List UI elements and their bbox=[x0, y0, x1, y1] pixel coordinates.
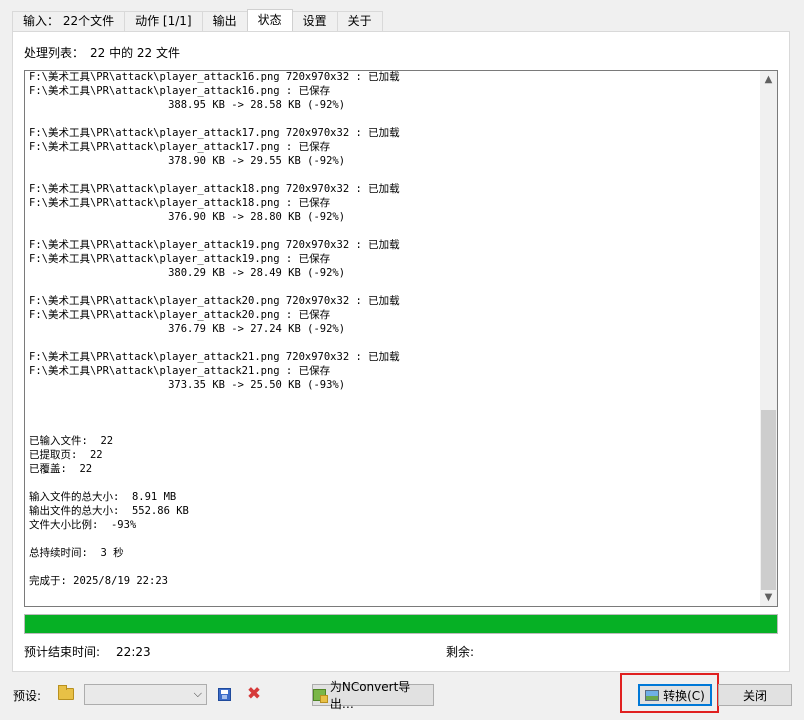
tab-bar: 输入： 22个文件 动作 [1/1] 输出 状态 设置 关于 bbox=[12, 9, 383, 31]
log-line: 总持续时间: 3 秒 bbox=[29, 547, 124, 559]
progress-fill bbox=[25, 615, 777, 633]
log-line: F:\美术工具\PR\attack\player_attack18.png : … bbox=[29, 197, 331, 209]
process-list-count: 22 中的 22 文件 bbox=[90, 46, 180, 60]
eta-label: 预计结束时间: bbox=[24, 645, 101, 659]
chevron-down-icon: ⌵ bbox=[193, 687, 202, 700]
tab-actions[interactable]: 动作 [1/1] bbox=[124, 11, 203, 31]
save-preset-button[interactable] bbox=[214, 684, 234, 704]
log-line: 文件大小比例: -93% bbox=[29, 519, 137, 531]
tab-input[interactable]: 输入： 22个文件 bbox=[12, 11, 126, 31]
eta-value: 22:23 bbox=[116, 645, 151, 659]
eta-line: 预计结束时间: 22:23 bbox=[24, 643, 151, 660]
log-line: 已输入文件: 22 bbox=[29, 435, 114, 447]
log-line: 380.29 KB -> 28.49 KB (-92%) bbox=[29, 267, 346, 279]
log-line: F:\美术工具\PR\attack\player_attack19.png : … bbox=[29, 253, 331, 265]
scroll-up-icon[interactable]: ▲ bbox=[760, 71, 777, 88]
close-label: 关闭 bbox=[742, 688, 767, 703]
process-list-label: 处理列表： 22 中的 22 文件 bbox=[24, 44, 186, 61]
log-line: F:\美术工具\PR\attack\player_attack18.png 72… bbox=[29, 183, 400, 195]
log-line: 输入文件的总大小: 8.91 MB bbox=[29, 491, 177, 503]
log-line: 输出文件的总大小: 552.86 KB bbox=[29, 505, 189, 517]
export-icon bbox=[313, 689, 328, 703]
convert-label: 转换(C) bbox=[663, 688, 705, 703]
preset-label: 预设: bbox=[13, 689, 42, 703]
progress-bar bbox=[24, 614, 778, 634]
convert-button[interactable]: 转换(C) bbox=[638, 684, 712, 706]
log-textbox[interactable]: F:\美术工具\PR\attack\player_attack16.png 72… bbox=[24, 70, 778, 607]
tab-status[interactable]: 状态 bbox=[246, 9, 293, 31]
log-line: F:\美术工具\PR\attack\player_attack17.png : … bbox=[29, 141, 331, 153]
log-line: F:\美术工具\PR\attack\player_attack21.png 72… bbox=[29, 351, 400, 363]
log-scrollbar[interactable]: ▲ ▼ bbox=[760, 71, 777, 606]
log-line: 373.35 KB -> 25.50 KB (-93%) bbox=[29, 379, 346, 391]
log-line: 完成于: 2025/8/19 22:23 bbox=[29, 575, 168, 587]
log-line: F:\美术工具\PR\attack\player_attack17.png 72… bbox=[29, 127, 400, 139]
log-line: 376.90 KB -> 28.80 KB (-92%) bbox=[29, 211, 346, 223]
log-line: 376.79 KB -> 27.24 KB (-92%) bbox=[29, 323, 346, 335]
log-line: F:\美术工具\PR\attack\player_attack20.png : … bbox=[29, 309, 331, 321]
close-button[interactable]: 关闭 bbox=[718, 684, 792, 706]
export-label: 为NConvert导出… bbox=[329, 680, 411, 711]
log-line: F:\美术工具\PR\attack\player_attack16.png : … bbox=[29, 85, 331, 97]
remaining-label: 剩余: bbox=[446, 645, 475, 659]
log-line: F:\美术工具\PR\attack\player_attack20.png 72… bbox=[29, 295, 400, 307]
log-line: F:\美术工具\PR\attack\player_attack16.png 72… bbox=[29, 71, 400, 83]
log-line: F:\美术工具\PR\attack\player_attack21.png : … bbox=[29, 365, 331, 377]
preset-select[interactable]: ⌵ bbox=[84, 684, 207, 705]
open-preset-button[interactable] bbox=[56, 684, 76, 704]
log-text: F:\美术工具\PR\attack\player_attack16.png 72… bbox=[29, 71, 759, 588]
process-list-title: 处理列表： bbox=[24, 46, 85, 60]
log-line: 388.95 KB -> 28.58 KB (-92%) bbox=[29, 99, 346, 111]
tab-about[interactable]: 关于 bbox=[336, 11, 383, 31]
delete-preset-button[interactable]: ✖ bbox=[244, 684, 264, 704]
save-icon bbox=[217, 687, 231, 701]
image-icon bbox=[645, 689, 660, 701]
log-line: 已提取页: 22 bbox=[29, 449, 103, 461]
log-line: F:\美术工具\PR\attack\player_attack19.png 72… bbox=[29, 239, 400, 251]
delete-icon: ✖ bbox=[246, 684, 262, 704]
export-nconvert-button[interactable]: 为NConvert导出… bbox=[312, 680, 434, 711]
tab-output[interactable]: 输出 bbox=[201, 11, 248, 31]
tab-settings[interactable]: 设置 bbox=[291, 11, 338, 31]
folder-icon bbox=[58, 685, 74, 700]
scroll-down-icon[interactable]: ▼ bbox=[760, 589, 777, 606]
log-line: 已覆盖: 22 bbox=[29, 463, 93, 475]
scroll-thumb[interactable] bbox=[761, 410, 776, 590]
log-line: 378.90 KB -> 29.55 KB (-92%) bbox=[29, 155, 346, 167]
